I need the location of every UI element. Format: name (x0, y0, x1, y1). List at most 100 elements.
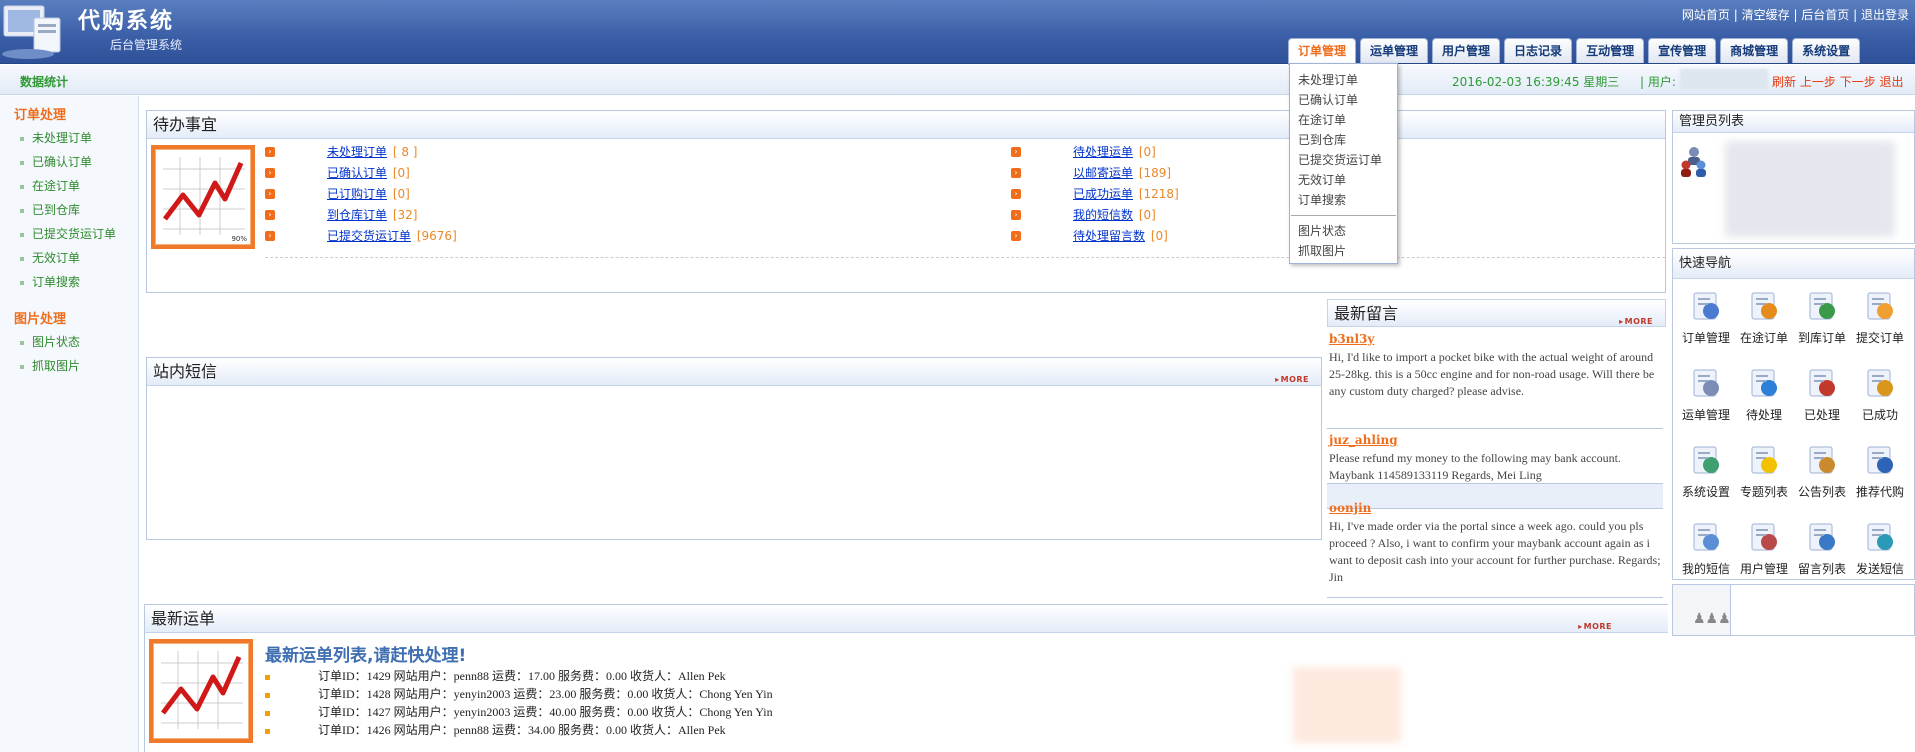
order-row[interactable]: 订单ID：1429 网站用户：penn88 运费：17.00 服务费：0.00 … (265, 667, 726, 684)
back-link[interactable]: 上一步 (1800, 75, 1836, 89)
refresh-link[interactable]: 刷新 (1772, 75, 1796, 89)
sms-more-link[interactable]: MORE (1275, 366, 1309, 394)
sidebar-section-images[interactable]: 图片处理 (14, 308, 66, 327)
nav-actions: 刷新 上一步 下一步 退出 (1772, 73, 1904, 90)
tab-promotion[interactable]: 宣传管理 (1648, 38, 1717, 63)
quick-nav-label: 到库订单 (1797, 331, 1846, 345)
quick-nav-item[interactable]: 发送短信 (1851, 520, 1909, 577)
sidebar-item-fetch-images[interactable]: 抓取图片 (20, 357, 80, 374)
top-link-admin-home[interactable]: 后台首页 (1801, 8, 1849, 22)
todo-link-pending-waybills[interactable]: 待处理运单 (1073, 145, 1133, 159)
tab-logs[interactable]: 日志记录 (1504, 38, 1573, 63)
processed-icon (1805, 366, 1839, 400)
menu-item-image-status[interactable]: 图片状态 (1298, 222, 1346, 239)
todo-panel: 待办事宜 90% › › › › › 未处理订单 [ 8 ] 已确认订单 [0]… (146, 110, 1666, 293)
quick-nav-item[interactable]: 我的短信 (1677, 520, 1735, 577)
admins-icon (1679, 145, 1709, 182)
todo-link-purchased[interactable]: 已订购订单 (327, 187, 387, 201)
people-icon: ♟♟♟ (1693, 611, 1731, 627)
current-datetime: 2016-02-03 16:39:45 星期三 (1452, 75, 1620, 89)
todo-link-confirmed[interactable]: 已确认订单 (327, 166, 387, 180)
quick-nav-item[interactable]: 待处理 (1735, 366, 1793, 423)
order-row[interactable]: 订单ID：1427 网站用户：yenyin2003 运费：40.00 服务费：0… (265, 703, 773, 720)
top-link-clear-cache[interactable]: 清空缓存 (1742, 8, 1790, 22)
sidebar-item-confirmed[interactable]: 已确认订单 (20, 153, 92, 170)
quick-nav-item[interactable]: 留言列表 (1793, 520, 1851, 577)
quick-nav-item[interactable]: 系统设置 (1677, 443, 1735, 500)
message-user-link[interactable]: oonjin (1329, 501, 1371, 515)
top-link-home[interactable]: 网站首页 (1682, 8, 1730, 22)
menu-item-invalid[interactable]: 无效订单 (1298, 171, 1346, 188)
todo-link-mailed-waybills[interactable]: 以邮寄运单 (1073, 166, 1133, 180)
quick-nav-item[interactable]: 用户管理 (1735, 520, 1793, 577)
bullet-icon (265, 710, 270, 716)
bullet-icon (20, 184, 24, 189)
menu-item-shipped[interactable]: 已提交货运订单 (1298, 151, 1382, 168)
sidebar-section-orders[interactable]: 订单处理 (14, 104, 66, 123)
tab-waybills[interactable]: 运单管理 (1360, 38, 1429, 63)
order-row[interactable]: 订单ID：1426 网站用户：penn88 运费：34.00 服务费：0.00 … (265, 721, 726, 738)
todo-link-shipped[interactable]: 已提交货运订单 (327, 229, 411, 243)
bullet-icon (20, 232, 24, 237)
quick-nav-item[interactable]: 已成功 (1851, 366, 1909, 423)
sms-panel: 站内短信 MORE (146, 357, 1322, 540)
orders-more-link[interactable]: MORE (1578, 613, 1612, 641)
menu-item-fetch-images[interactable]: 抓取图片 (1298, 242, 1346, 259)
sidebar-item-search[interactable]: 订单搜索 (20, 273, 80, 290)
sidebar-item-invalid[interactable]: 无效订单 (20, 249, 80, 266)
quick-nav-item[interactable]: 在途订单 (1735, 289, 1793, 346)
top-link-logout[interactable]: 退出登录 (1861, 8, 1909, 22)
quick-nav-item[interactable]: 专题列表 (1735, 443, 1793, 500)
quick-nav-label: 已成功 (1861, 408, 1898, 422)
quick-nav-item[interactable]: 提交订单 (1851, 289, 1909, 346)
bullet-icon (20, 364, 24, 369)
app-title: 代购系统 (78, 9, 175, 34)
tab-mall[interactable]: 商城管理 (1720, 38, 1789, 63)
quick-nav-item[interactable]: 到库订单 (1793, 289, 1851, 346)
tab-users[interactable]: 用户管理 (1432, 38, 1501, 63)
sms-icon (1689, 520, 1723, 554)
menu-item-confirmed[interactable]: 已确认订单 (1298, 91, 1358, 108)
latest-orders-title: 最新运单 (151, 609, 216, 628)
menu-item-warehouse[interactable]: 已到仓库 (1298, 131, 1346, 148)
menu-item-in-transit[interactable]: 在途订单 (1298, 111, 1346, 128)
sidebar-item-shipped[interactable]: 已提交货运订单 (20, 225, 116, 242)
user-label: | 用户: (1640, 75, 1676, 89)
forward-link[interactable]: 下一步 (1840, 75, 1876, 89)
comments-icon (1805, 520, 1839, 554)
quick-nav-item[interactable]: 运单管理 (1677, 366, 1735, 423)
quick-nav-item[interactable]: 已处理 (1793, 366, 1851, 423)
todo-link-unprocessed[interactable]: 未处理订单 (327, 145, 387, 159)
sub-bar: 数据统计 2016-02-03 16:39:45 星期三 | 用户: 刷新 上一… (0, 65, 1915, 95)
sidebar-item-in-transit[interactable]: 在途订单 (20, 177, 80, 194)
quick-nav-label: 留言列表 (1797, 562, 1846, 576)
todo-link-warehouse[interactable]: 到仓库订单 (327, 208, 387, 222)
bullet-icon (20, 340, 24, 345)
message-user-link[interactable]: juz_ahling (1329, 433, 1398, 447)
todo-link-pending-messages[interactable]: 待处理留言数 (1073, 229, 1145, 243)
arrow-bullet-icon: › (1011, 167, 1021, 178)
tab-orders[interactable]: 订单管理 (1288, 38, 1357, 65)
exit-link[interactable]: 退出 (1880, 75, 1904, 89)
sidebar-item-warehouse[interactable]: 已到仓库 (20, 201, 80, 218)
tab-interaction[interactable]: 互动管理 (1576, 38, 1645, 63)
sms-panel-title: 站内短信 (153, 362, 218, 381)
messages-more-link[interactable]: MORE (1619, 308, 1653, 336)
stats-link[interactable]: 数据统计 (20, 73, 68, 90)
menu-item-unprocessed[interactable]: 未处理订单 (1298, 71, 1358, 88)
sidebar-item-image-status[interactable]: 图片状态 (20, 333, 80, 350)
todo-link-my-sms[interactable]: 我的短信数 (1073, 208, 1133, 222)
todo-item: 到仓库订单 [32] (327, 208, 418, 222)
online-users-panel: ♟♟♟ (1672, 584, 1915, 636)
message-user-link[interactable]: b3nl3y (1329, 332, 1374, 346)
quick-nav-item[interactable]: 推荐代购 (1851, 443, 1909, 500)
tab-settings[interactable]: 系统设置 (1792, 38, 1861, 63)
sidebar-item-unprocessed[interactable]: 未处理订单 (20, 129, 92, 146)
order-row[interactable]: 订单ID：1428 网站用户：yenyin2003 运费：23.00 服务费：0… (265, 685, 773, 702)
order-icon (1689, 289, 1723, 323)
quick-nav-label: 在途订单 (1739, 331, 1788, 345)
menu-item-search[interactable]: 订单搜索 (1298, 191, 1346, 208)
quick-nav-item[interactable]: 公告列表 (1793, 443, 1851, 500)
todo-link-success-waybills[interactable]: 已成功运单 (1073, 187, 1133, 201)
quick-nav-item[interactable]: 订单管理 (1677, 289, 1735, 346)
